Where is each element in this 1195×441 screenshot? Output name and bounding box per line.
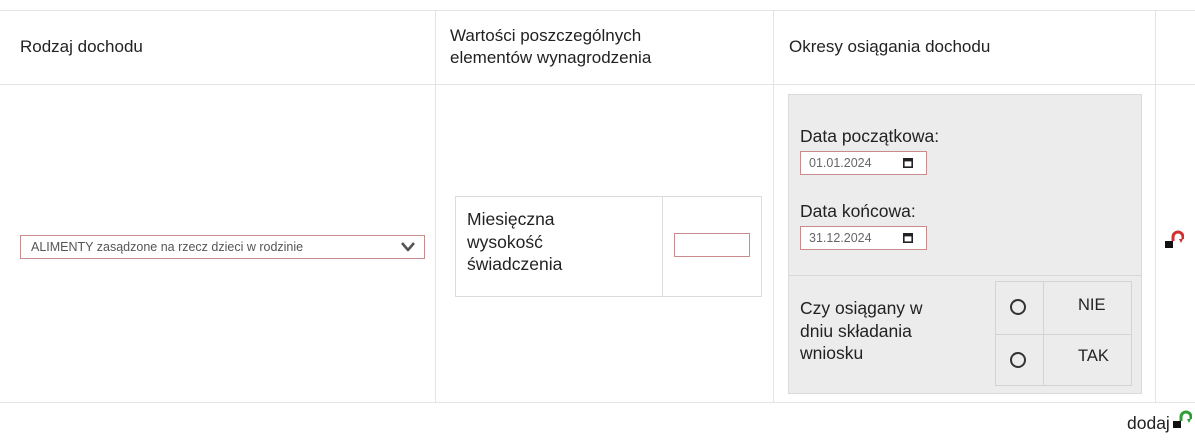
end-date-label: Data końcowa: (800, 201, 916, 221)
end-date-value: 31.12.2024 (809, 231, 872, 245)
values-table: Miesięczna wysokość świadczenia (455, 196, 762, 297)
header-values-line2: elementów wynagrodzenia (450, 48, 652, 67)
monthly-amount-label-line3: świadczenia (467, 254, 563, 274)
income-type-selected: ALIMENTY zasądzone na rzecz dzieci w rod… (31, 240, 304, 254)
radio-nie-label: NIE (1078, 296, 1106, 314)
add-row-button[interactable]: dodaj (1127, 413, 1170, 434)
column-divider (1155, 10, 1156, 402)
table-border-top (0, 10, 1195, 11)
end-date-input[interactable]: 31.12.2024 (800, 226, 927, 250)
calendar-icon[interactable] (903, 158, 913, 168)
header-income-type: Rodzaj dochodu (20, 37, 143, 56)
monthly-amount-label: Miesięczna wysokość świadczenia (467, 208, 562, 276)
start-date-input[interactable]: 01.01.2024 (800, 151, 927, 175)
monthly-amount-input[interactable] (674, 233, 750, 257)
radio-tak[interactable] (1010, 352, 1026, 368)
radio-tak-label: TAK (1078, 347, 1109, 365)
start-date-label: Data początkowa: (800, 126, 940, 146)
header-values-line1: Wartości poszczególnych (450, 26, 642, 45)
active-question-label: Czy osiągany w dniu składania wniosku (800, 297, 923, 365)
column-divider (773, 10, 774, 402)
add-row-label: dodaj (1127, 413, 1170, 433)
header-divider (0, 84, 1195, 85)
column-divider (435, 10, 436, 402)
active-radio-group: NIE TAK (995, 281, 1132, 386)
radio-group-divider (996, 333, 1131, 335)
active-question-line1: Czy osiągany w (800, 298, 923, 318)
monthly-amount-label-line1: Miesięczna (467, 209, 555, 229)
chevron-down-icon (401, 242, 415, 252)
radio-nie[interactable] (1010, 299, 1026, 315)
row-divider (0, 402, 1195, 403)
period-panel: Data początkowa: 01.01.2024 Data końcowa… (788, 94, 1142, 394)
start-date-value: 01.01.2024 (809, 156, 872, 170)
active-question-line3: wniosku (800, 343, 864, 363)
period-separator (789, 275, 1141, 276)
header-periods: Okresy osiągania dochodu (789, 37, 991, 56)
values-table-divider (662, 197, 663, 296)
active-question-line2: dniu składania (800, 320, 912, 341)
header-values: Wartości poszczególnych elementów wynagr… (450, 25, 651, 69)
income-type-select[interactable]: ALIMENTY zasądzone na rzecz dzieci w rod… (20, 235, 425, 259)
add-row-icon[interactable] (1170, 410, 1192, 432)
monthly-amount-label-line2: wysokość (467, 231, 543, 252)
calendar-icon[interactable] (903, 233, 913, 243)
remove-row-icon[interactable] (1162, 230, 1184, 252)
